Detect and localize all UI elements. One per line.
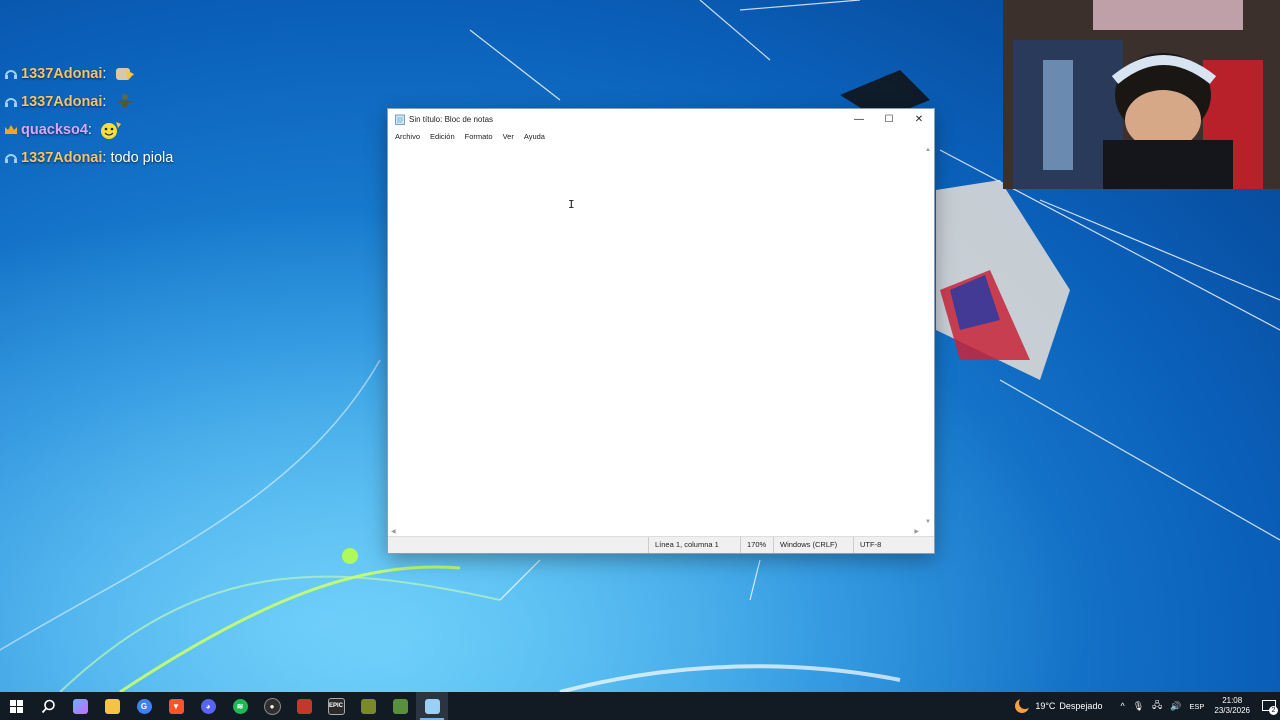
copilot-icon	[72, 698, 88, 714]
headphones-icon	[5, 154, 17, 163]
title-bar[interactable]: Sin título: Bloc de notas — ☐ ✕	[388, 109, 934, 129]
file-explorer-button[interactable]	[96, 692, 128, 720]
game-icon	[360, 698, 376, 714]
epic-games-icon: EPIC	[327, 697, 345, 715]
notification-count: 2	[1269, 706, 1278, 715]
webcam-overlay	[1003, 0, 1280, 189]
chat-colon: :	[87, 122, 92, 138]
smiley-emote	[100, 122, 121, 139]
notepad-taskbar-button[interactable]	[416, 692, 448, 720]
weather-temp: 19°C	[1035, 701, 1056, 711]
search-button[interactable]	[32, 692, 64, 720]
menu-ayuda[interactable]: Ayuda	[519, 132, 550, 141]
chat-username[interactable]: 1337Adonai	[21, 66, 102, 82]
text-editor-area[interactable]	[388, 145, 922, 527]
chat-colon: :	[102, 66, 107, 82]
dancing-figure-emote	[118, 94, 133, 107]
discord-icon: ◕	[200, 698, 216, 714]
menu-bar: Archivo Edición Formato Ver Ayuda	[388, 129, 934, 143]
voice-app-button[interactable]	[288, 692, 320, 720]
language-indicator[interactable]: ESP	[1189, 702, 1204, 711]
minecraft-icon	[392, 698, 408, 714]
text-cursor-icon: I	[568, 198, 575, 211]
stream-chat-overlay: 1337Adonai: 1337Adonai: quackso4: 1337Ad…	[4, 60, 173, 172]
weather-condition: Despejado	[1059, 701, 1103, 711]
chat-message: 1337Adonai:	[4, 60, 173, 88]
scroll-up-arrow-icon[interactable]: ▲	[925, 147, 931, 153]
chat-username[interactable]: 1337Adonai	[21, 150, 102, 166]
copilot-button[interactable]	[64, 692, 96, 720]
discord-button[interactable]: ◕	[192, 692, 224, 720]
notepad-icon	[395, 114, 405, 125]
chevron-up-icon[interactable]: ^	[1120, 701, 1124, 711]
search-icon	[41, 699, 55, 713]
cat-emote	[116, 68, 135, 80]
zoom-level: 170%	[740, 537, 766, 553]
brave-button[interactable]: ▼	[160, 692, 192, 720]
start-button[interactable]	[0, 692, 32, 720]
status-bar: Línea 1, columna 1 170% Windows (CRLF) U…	[388, 536, 934, 553]
webcam-image	[1003, 0, 1280, 189]
line-ending: Windows (CRLF)	[773, 537, 837, 553]
headphones-icon	[5, 70, 17, 79]
clock-date: 23/3/2026	[1214, 706, 1250, 715]
chat-message: 1337Adonai:	[4, 88, 173, 116]
game-button[interactable]	[352, 692, 384, 720]
windows-logo-icon	[9, 699, 23, 713]
system-tray: 19°C Despejado ^ 🎙 🖧 🔊 ESP 21:08 23/3/20…	[1014, 692, 1280, 720]
voice-app-icon	[296, 698, 312, 714]
headphones-icon	[5, 98, 17, 107]
scroll-right-arrow-icon[interactable]: ▶	[914, 528, 919, 535]
minecraft-button[interactable]	[384, 692, 416, 720]
spotify-button[interactable]: ≋	[224, 692, 256, 720]
browser-button[interactable]: G	[128, 692, 160, 720]
clock-time: 21:08	[1222, 696, 1243, 705]
brave-icon: ▼	[168, 698, 184, 714]
window-controls: — ☐ ✕	[844, 109, 934, 129]
notification-center-button[interactable]: 2	[1258, 692, 1280, 720]
scroll-left-arrow-icon[interactable]: ◀	[391, 528, 396, 535]
notepad-window: Sin título: Bloc de notas — ☐ ✕ Archivo …	[388, 109, 934, 553]
menu-archivo[interactable]: Archivo	[390, 132, 425, 141]
chat-colon: :	[102, 150, 107, 166]
minimize-button[interactable]: —	[844, 109, 874, 129]
chat-message: quackso4:	[4, 116, 173, 144]
chat-message: 1337Adonai: todo piola	[4, 144, 173, 172]
weather-moon-icon	[1015, 698, 1031, 713]
maximize-button[interactable]: ☐	[874, 109, 904, 129]
window-title: Sin título: Bloc de notas	[409, 114, 494, 124]
chat-colon: :	[102, 94, 107, 110]
browser-g-icon: G	[136, 698, 152, 714]
weather-widget[interactable]: 19°C Despejado	[1014, 698, 1102, 714]
encoding: UTF-8	[853, 537, 881, 553]
chat-text: todo piola	[110, 150, 174, 166]
spotify-icon: ≋	[232, 698, 248, 714]
menu-formato[interactable]: Formato	[460, 132, 498, 141]
taskbar: G ▼ ◕ ≋ ● EPIC 19°C Despejado ^ 🎙 🖧 🔊 ES…	[0, 692, 1280, 720]
crown-icon	[5, 125, 17, 134]
chat-username[interactable]: 1337Adonai	[21, 94, 102, 110]
clock[interactable]: 21:08 23/3/2026	[1214, 696, 1250, 716]
microphone-icon[interactable]: 🎙	[1133, 701, 1144, 712]
menu-ver[interactable]: Ver	[498, 132, 519, 141]
cursor-position: Línea 1, columna 1	[648, 537, 719, 553]
close-button[interactable]: ✕	[904, 109, 934, 129]
chat-username[interactable]: quackso4	[21, 122, 88, 138]
volume-icon[interactable]: 🔊	[1170, 701, 1181, 712]
obs-button[interactable]: ●	[256, 692, 288, 720]
scroll-down-arrow-icon[interactable]: ▼	[925, 519, 931, 525]
epic-games-button[interactable]: EPIC	[320, 692, 352, 720]
notepad-icon	[424, 698, 440, 714]
folder-icon	[104, 698, 120, 714]
vertical-scrollbar[interactable]: ▲ ▼	[922, 145, 934, 527]
obs-icon: ●	[263, 697, 281, 715]
menu-edicion[interactable]: Edición	[425, 132, 460, 141]
network-icon[interactable]: 🖧	[1152, 698, 1162, 714]
